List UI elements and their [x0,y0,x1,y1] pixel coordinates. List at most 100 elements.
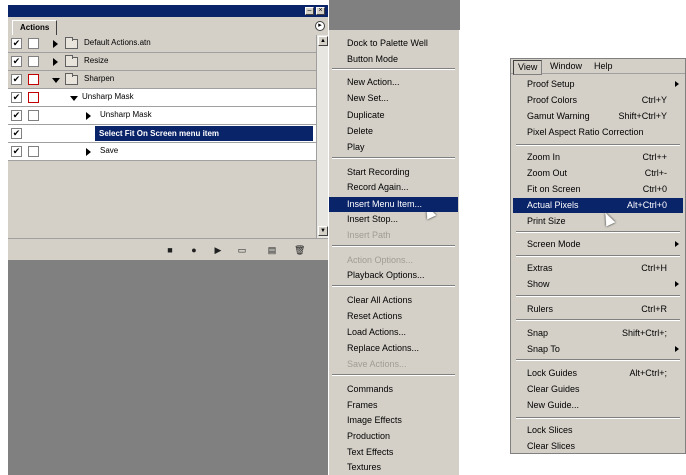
menu-item-label: Extras [527,263,553,273]
view-menu-item-zoom-out[interactable]: Zoom Out Ctrl+- [513,166,683,181]
play-icon[interactable]: ▶ [213,245,223,255]
expand-triangle-icon[interactable] [86,112,91,120]
view-menu-item-proof-setup[interactable]: Proof Setup [513,77,683,92]
actions-scrollbar[interactable]: ▲ ▼ [316,35,328,238]
close-icon[interactable]: × [316,7,325,15]
scroll-down-icon[interactable]: ▼ [318,226,328,236]
dialog-toggle-icon[interactable] [28,92,39,103]
view-menu-item-clear-guides[interactable]: Clear Guides [513,382,683,397]
palette-menu-arrow-icon[interactable]: ▸ [315,21,325,31]
flyout-menu-item-insert-stop[interactable]: Insert Stop... [329,212,458,227]
flyout-menu-item-delete[interactable]: Delete [329,124,458,139]
view-menu-item-clear-slices[interactable]: Clear Slices [513,439,683,454]
flyout-menu-item-reset-actions[interactable]: Reset Actions [329,309,458,324]
flyout-menu-item-text-effects[interactable]: Text Effects [329,445,458,460]
menu-item-label: Print Size [527,216,566,226]
selected-step-label: Select Fit On Screen menu item [95,126,313,141]
tab-actions[interactable]: Actions [12,20,58,36]
view-menu-item-pixel-aspect-ratio-correction[interactable]: Pixel Aspect Ratio Correction [513,125,683,140]
minimize-icon[interactable]: – [305,7,314,15]
view-menu-item-zoom-in[interactable]: Zoom In Ctrl++ [513,150,683,165]
flyout-menu-item-record-again[interactable]: Record Again... [329,180,458,195]
view-menu-item-actual-pixels[interactable]: Actual Pixels Alt+Ctrl+0 [513,198,683,213]
flyout-menu-item-dock-to-palette-well[interactable]: Dock to Palette Well [329,36,458,51]
view-menu-item-lock-slices[interactable]: Lock Slices [513,423,683,438]
toggle-check-icon[interactable]: ✔ [11,146,22,157]
flyout-menu-item-insert-path[interactable]: Insert Path [329,228,458,243]
action-set-resize[interactable]: ✔ Resize [8,53,316,71]
flyout-menu-item-duplicate[interactable]: Duplicate [329,108,458,123]
view-menu-item-rulers[interactable]: Rulers Ctrl+R [513,302,683,317]
toggle-check-icon[interactable]: ✔ [11,110,22,121]
menu-item-shortcut: Alt+Ctrl+; [629,368,667,378]
menu-item-label: Zoom Out [527,168,568,178]
flyout-menu-item-commands[interactable]: Commands [329,382,458,397]
action-step-select-fit-on-screen[interactable]: ✔ Select Fit On Screen menu item [8,125,316,143]
view-menu-item-fit-on-screen[interactable]: Fit on Screen Ctrl+0 [513,182,683,197]
menubar-view[interactable]: View [513,60,543,75]
flyout-menu-item-new-action[interactable]: New Action... [329,75,458,90]
flyout-menu-item-production[interactable]: Production [329,429,458,444]
flyout-menu-item-start-recording[interactable]: Start Recording [329,165,458,180]
view-menu-item-gamut-warning[interactable]: Gamut Warning Shift+Ctrl+Y [513,109,683,124]
view-menu-item-extras[interactable]: Extras Ctrl+H [513,261,683,276]
view-menu-item-print-size[interactable]: Print Size [513,214,683,229]
action-set-sharpen[interactable]: ✔ Sharpen [8,71,316,89]
expand-triangle-icon[interactable] [53,58,58,66]
palette-titlebar[interactable]: – × [8,5,328,17]
menubar-window[interactable]: Window [546,60,586,73]
dialog-toggle-icon[interactable] [28,110,39,121]
action-set-default-actions[interactable]: ✔ Default Actions.atn [8,35,316,53]
action-step-label: Save [100,146,119,155]
view-menu-item-new-guide[interactable]: New Guide... [513,398,683,413]
menu-item-label: Actual Pixels [527,200,579,210]
expand-triangle-icon[interactable] [86,148,91,156]
palette-flyout-menu: Dock to Palette Well Button Mode New Actio… [328,0,460,475]
toggle-check-icon[interactable]: ✔ [11,56,22,67]
collapse-triangle-icon[interactable] [70,96,78,101]
view-menu-item-proof-colors[interactable]: Proof Colors Ctrl+Y [513,93,683,108]
flyout-menu-item-frames[interactable]: Frames [329,398,458,413]
flyout-menu-item-load-actions[interactable]: Load Actions... [329,325,458,340]
toggle-check-icon[interactable]: ✔ [11,92,22,103]
actions-bottom-toolbar: ■ ● ▶ ▭ ▤ 🗑 [8,238,328,260]
flyout-menu-item-playback-options[interactable]: Playback Options... [329,268,458,283]
action-unsharp-mask[interactable]: ✔ Unsharp Mask [8,89,316,107]
flyout-menu-item-button-mode[interactable]: Button Mode [329,52,458,67]
flyout-menu-item-insert-menu-item[interactable]: Insert Menu Item... [329,197,458,212]
scroll-up-icon[interactable]: ▲ [318,36,328,46]
dialog-toggle-icon[interactable] [28,146,39,157]
flyout-menu-item-replace-actions[interactable]: Replace Actions... [329,341,458,356]
collapse-triangle-icon[interactable] [52,78,60,83]
view-menu-item-snap[interactable]: Snap Shift+Ctrl+; [513,326,683,341]
menubar-help[interactable]: Help [590,60,617,73]
view-menu-item-lock-guides[interactable]: Lock Guides Alt+Ctrl+; [513,366,683,381]
menu-separator [516,417,680,419]
flyout-menu-item-save-actions[interactable]: Save Actions... [329,357,458,372]
dialog-toggle-icon[interactable] [28,38,39,49]
view-menu-item-snap-to[interactable]: Snap To [513,342,683,357]
record-icon[interactable]: ● [189,245,199,255]
toggle-check-icon[interactable]: ✔ [11,38,22,49]
flyout-menu-item-new-set[interactable]: New Set... [329,91,458,106]
toggle-check-icon[interactable]: ✔ [11,74,22,85]
flyout-menu-item-clear-all-actions[interactable]: Clear All Actions [329,293,458,308]
flyout-menu-item-textures[interactable]: Textures [329,460,458,475]
action-step-save[interactable]: ✔ Save [8,143,316,161]
stop-icon[interactable]: ■ [165,245,175,255]
flyout-menu-item-image-effects[interactable]: Image Effects [329,413,458,428]
toggle-check-icon[interactable]: ✔ [11,128,22,139]
flyout-menu-item-play[interactable]: Play [329,140,458,155]
action-step-unsharp-mask[interactable]: ✔ Unsharp Mask [8,107,316,125]
new-action-icon[interactable]: ▤ [267,245,277,255]
new-set-icon[interactable]: ▭ [237,245,247,255]
view-menu-item-screen-mode[interactable]: Screen Mode [513,237,683,252]
expand-triangle-icon[interactable] [53,40,58,48]
dialog-toggle-icon[interactable] [28,56,39,67]
menu-separator [332,68,455,70]
delete-icon[interactable]: 🗑 [294,245,305,255]
view-menu-item-show[interactable]: Show [513,277,683,292]
dialog-toggle-icon[interactable] [28,74,39,85]
flyout-menu-item-action-options[interactable]: Action Options... [329,253,458,268]
action-label: Unsharp Mask [82,92,134,101]
